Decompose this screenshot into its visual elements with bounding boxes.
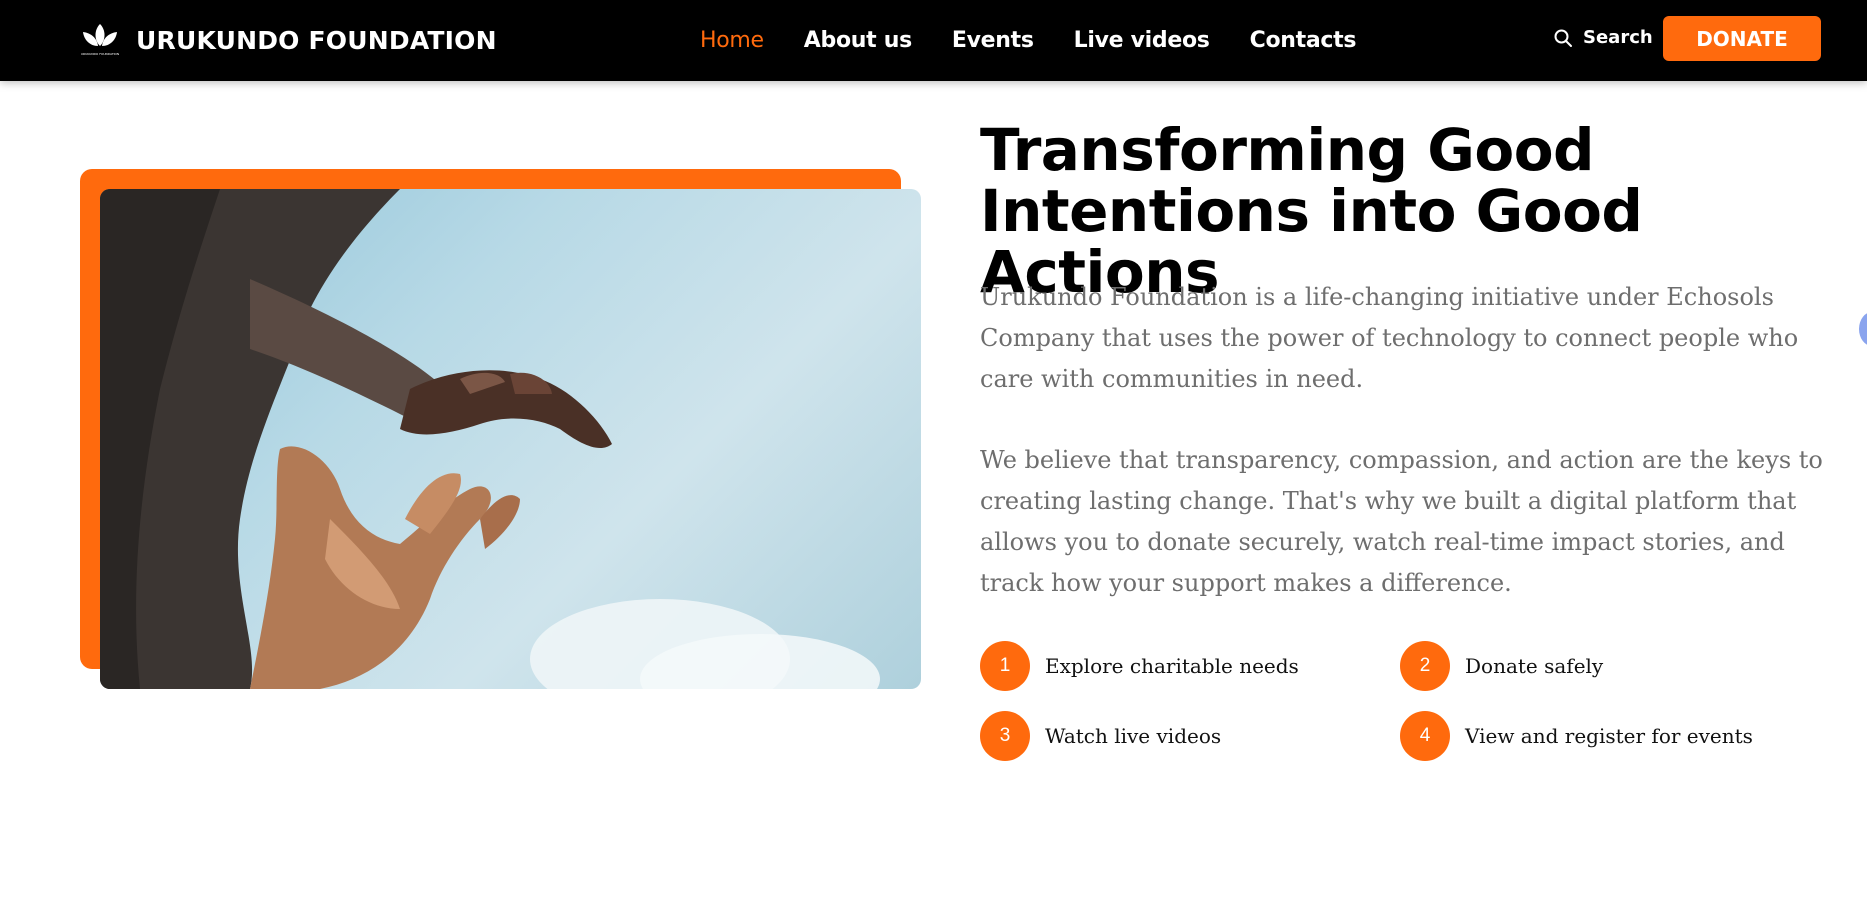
step-label: Watch live videos	[1045, 724, 1222, 748]
step-item: 4 View and register for events	[1400, 711, 1753, 761]
donate-button[interactable]: DONATE	[1663, 16, 1821, 61]
step-number-badge: 1	[980, 641, 1030, 691]
floating-widget-handle[interactable]	[1859, 312, 1867, 346]
step-number-badge: 4	[1400, 711, 1450, 761]
logo-caption: URUKUNDO FOUNDATION	[81, 52, 119, 56]
search-icon	[1554, 29, 1572, 47]
top-navbar: URUKUNDO FOUNDATION URUKUNDO FOUNDATION …	[0, 0, 1867, 81]
step-item: 1 Explore charitable needs	[980, 641, 1299, 691]
hero-image-reaching-hands	[100, 189, 921, 689]
nav-about-us[interactable]: About us	[804, 28, 912, 53]
hero-paragraph-2: We believe that transparency, compassion…	[980, 446, 1823, 597]
step-label: Explore charitable needs	[1045, 654, 1299, 678]
nav-contacts[interactable]: Contacts	[1250, 28, 1357, 53]
step-item: 2 Donate safely	[1400, 641, 1603, 691]
step-item: 3 Watch live videos	[980, 711, 1221, 761]
search-button[interactable]: Search	[1553, 27, 1653, 48]
step-label: View and register for events	[1465, 724, 1753, 748]
step-number-badge: 2	[1400, 641, 1450, 691]
main-nav: Home About us Events Live videos Contact…	[700, 20, 1396, 60]
search-label: Search	[1583, 27, 1653, 48]
steps-list: 1 Explore charitable needs 2 Donate safe…	[980, 641, 1840, 761]
step-label: Donate safely	[1465, 654, 1604, 678]
nav-home[interactable]: Home	[700, 28, 764, 53]
nav-live-videos[interactable]: Live videos	[1074, 28, 1210, 53]
leaf-logo-icon: URUKUNDO FOUNDATION	[80, 20, 120, 60]
hero-paragraph-1: Urukundo Foundation is a life-changing i…	[980, 283, 1799, 393]
brand[interactable]: URUKUNDO FOUNDATION URUKUNDO FOUNDATION	[80, 19, 497, 61]
step-number-badge: 3	[980, 711, 1030, 761]
hero-headline: Transforming Good Intentions into Good A…	[980, 116, 1643, 306]
nav-events[interactable]: Events	[952, 28, 1034, 53]
brand-name: URUKUNDO FOUNDATION	[136, 25, 497, 55]
